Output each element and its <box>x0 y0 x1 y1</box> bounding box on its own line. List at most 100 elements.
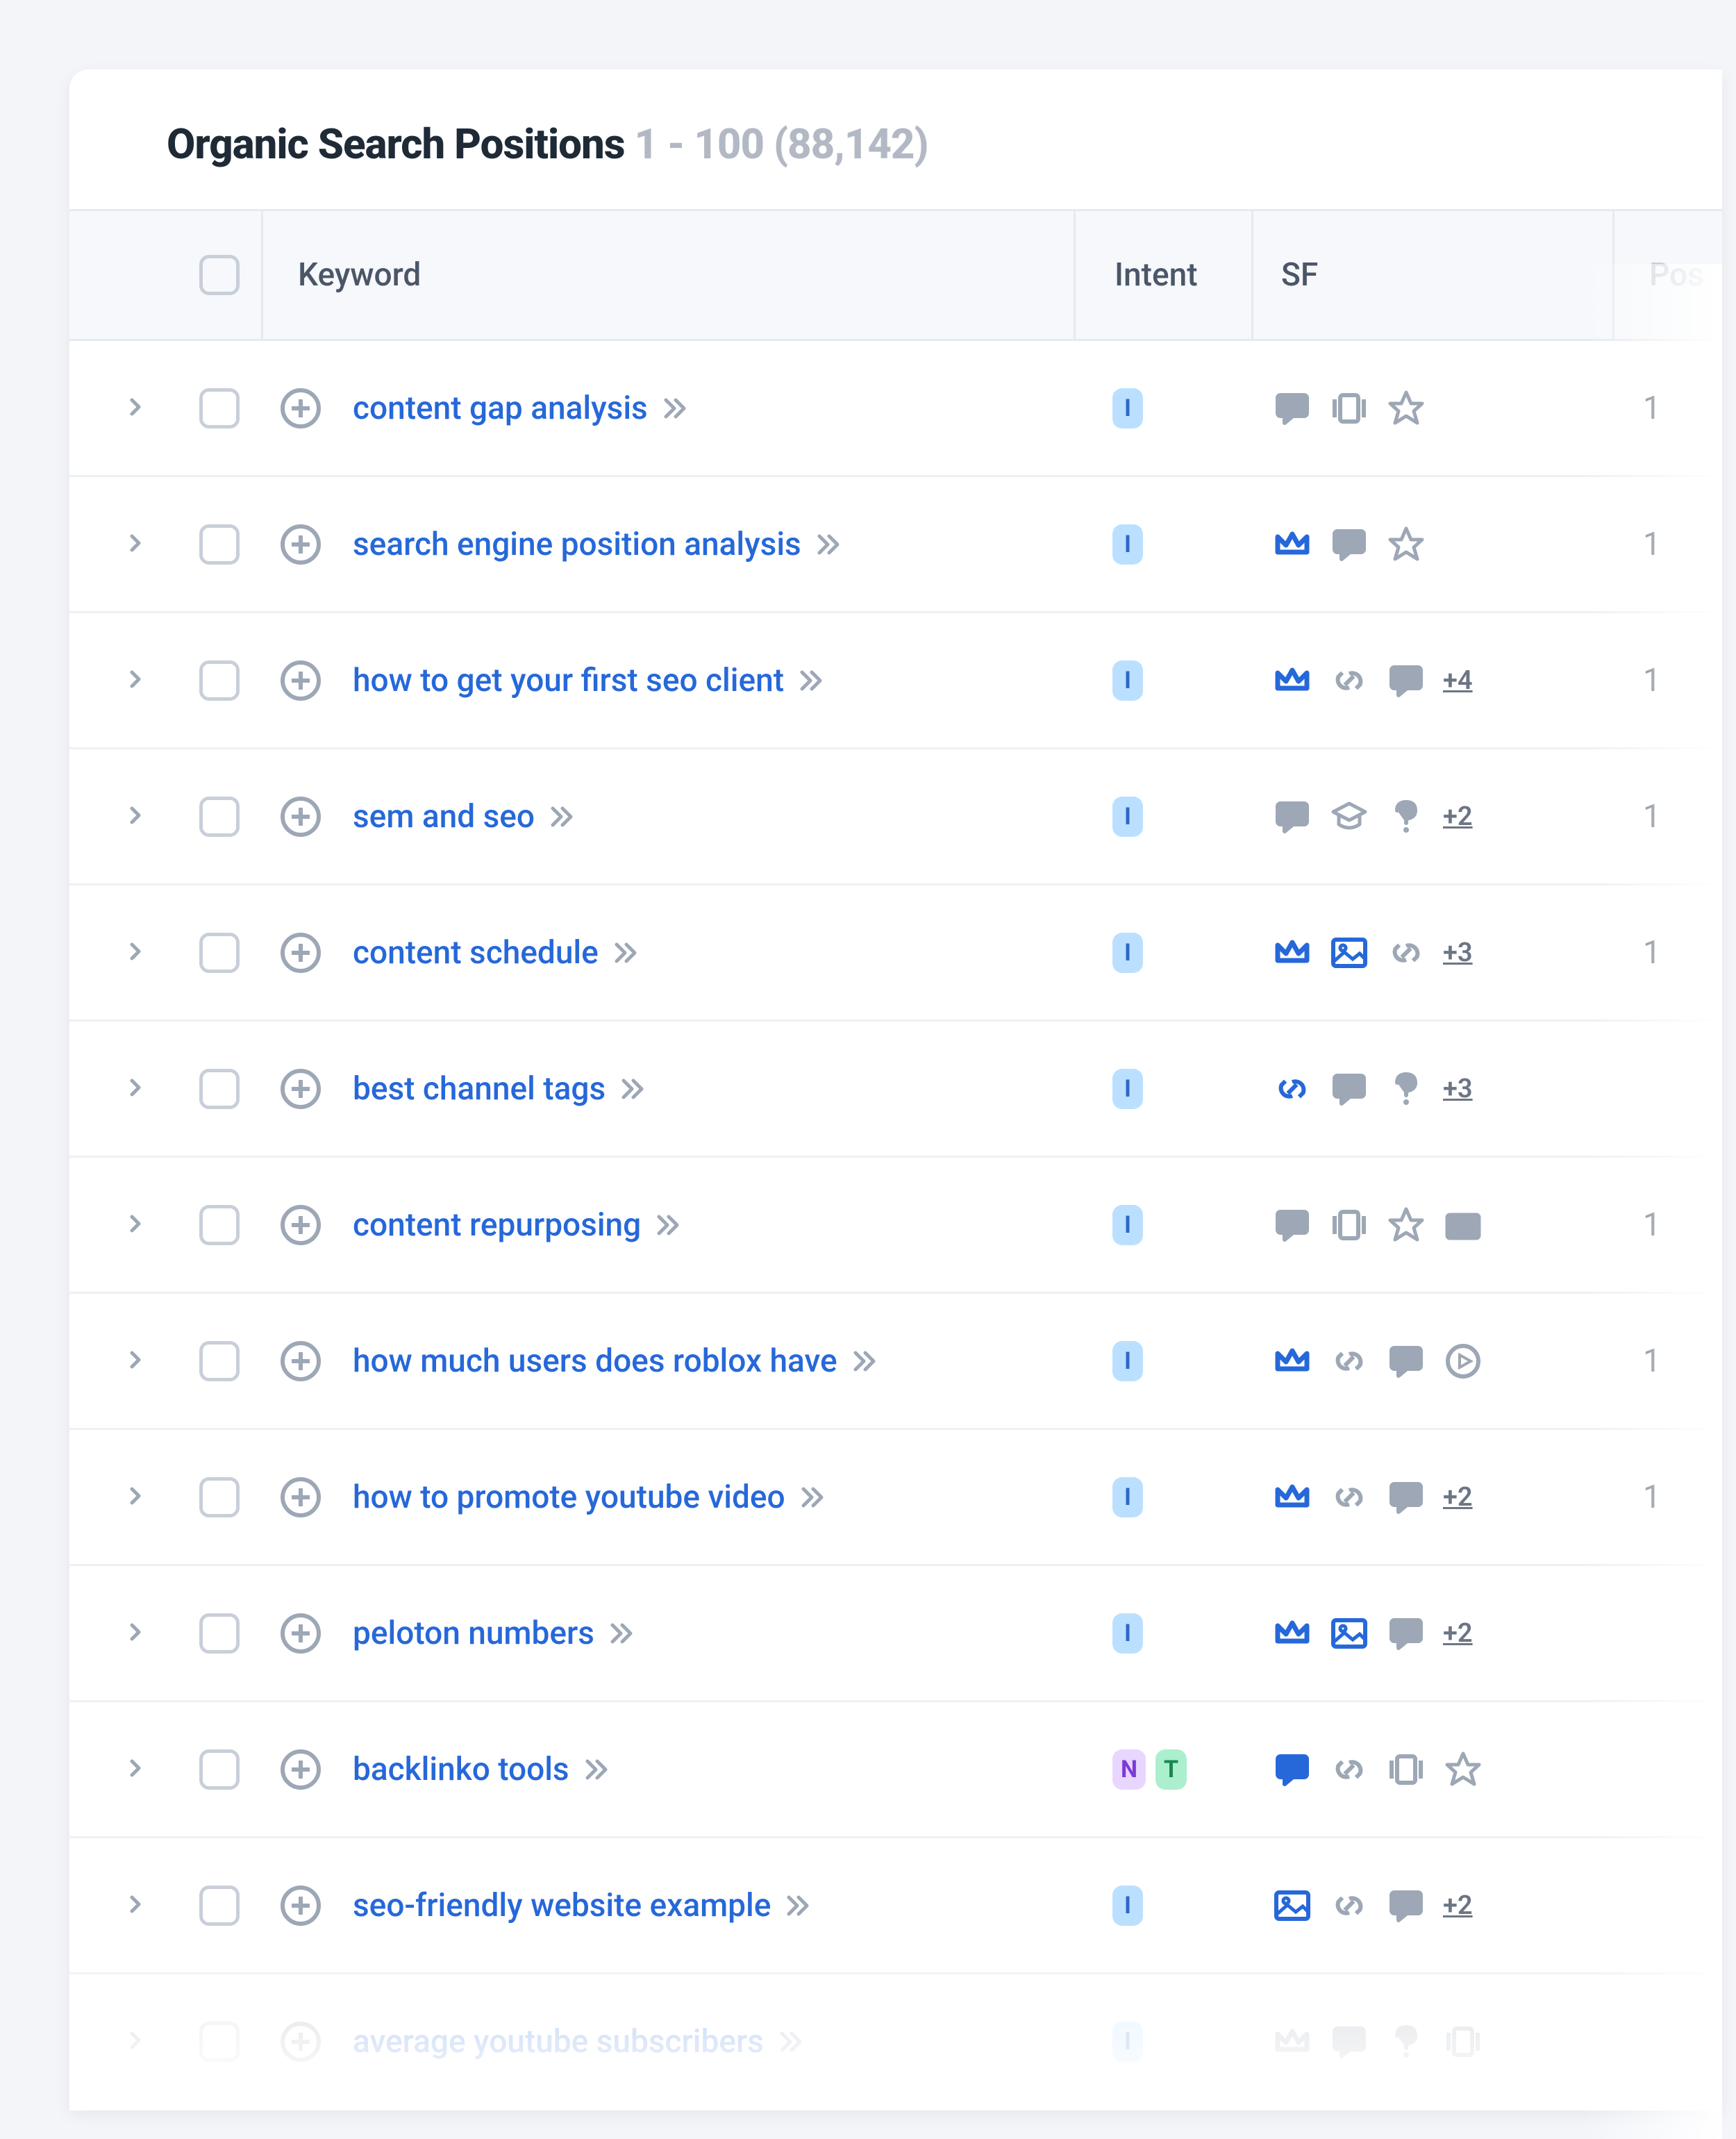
add-keyword-icon[interactable] <box>281 1341 321 1381</box>
star-gray-icon[interactable] <box>1386 388 1426 428</box>
select-all-checkbox[interactable] <box>199 255 240 295</box>
keyword-link[interactable]: peloton numbers <box>353 1615 594 1652</box>
star-gray-icon[interactable] <box>1443 1749 1483 1790</box>
open-keyword-icon[interactable] <box>585 1758 608 1781</box>
sf-column-header[interactable]: SF <box>1281 256 1318 294</box>
sf-more-count[interactable]: +4 <box>1443 665 1473 696</box>
link-gray-icon[interactable] <box>1386 933 1426 973</box>
question-gray-icon[interactable] <box>1386 797 1426 837</box>
bubble-gray-icon[interactable] <box>1386 660 1426 701</box>
sf-more-count[interactable]: +2 <box>1443 1618 1473 1649</box>
keyword-link[interactable]: search engine position analysis <box>353 526 801 563</box>
expand-row-chevron-icon[interactable] <box>126 1622 146 1645</box>
open-keyword-icon[interactable] <box>663 397 687 419</box>
link-gray-icon[interactable] <box>1329 1341 1369 1381</box>
link-blue-icon[interactable] <box>1272 1069 1312 1109</box>
play-gray-icon[interactable] <box>1443 1341 1483 1381</box>
sf-more-count[interactable]: +2 <box>1443 1482 1473 1513</box>
expand-row-chevron-icon[interactable] <box>126 1758 146 1781</box>
expand-row-chevron-icon[interactable] <box>126 1214 146 1236</box>
star-gray-icon[interactable] <box>1386 524 1426 565</box>
keyword-link[interactable]: average youtube subscribers <box>353 2023 764 2061</box>
image-blue-icon[interactable] <box>1329 1613 1369 1654</box>
add-keyword-icon[interactable] <box>281 1886 321 1926</box>
bubble-gray-icon[interactable] <box>1386 1477 1426 1517</box>
ad-gray-icon[interactable] <box>1443 1205 1483 1245</box>
link-gray-icon[interactable] <box>1329 1886 1369 1926</box>
open-keyword-icon[interactable] <box>801 1486 824 1508</box>
add-keyword-icon[interactable] <box>281 1477 321 1517</box>
keyword-link[interactable]: backlinko tools <box>353 1751 569 1788</box>
crown-blue-icon[interactable] <box>1272 1477 1312 1517</box>
row-checkbox[interactable] <box>199 933 240 973</box>
expand-row-chevron-icon[interactable] <box>126 669 146 692</box>
keyword-link[interactable]: how to promote youtube video <box>353 1479 785 1516</box>
add-keyword-icon[interactable] <box>281 660 321 701</box>
keyword-link[interactable]: how much users does roblox have <box>353 1342 837 1380</box>
keyword-link[interactable]: best channel tags <box>353 1070 606 1108</box>
row-checkbox[interactable] <box>199 1886 240 1926</box>
keyword-link[interactable]: content gap analysis <box>353 390 648 427</box>
row-checkbox[interactable] <box>199 1749 240 1790</box>
edu-gray-icon[interactable] <box>1329 797 1369 837</box>
bubble-gray-icon[interactable] <box>1386 1613 1426 1654</box>
row-checkbox[interactable] <box>199 524 240 565</box>
question-gray-icon[interactable] <box>1386 1069 1426 1109</box>
expand-row-chevron-icon[interactable] <box>126 1486 146 1508</box>
row-checkbox[interactable] <box>199 1613 240 1654</box>
add-keyword-icon[interactable] <box>281 388 321 428</box>
bubble-gray-icon[interactable] <box>1329 1069 1369 1109</box>
carousel-gray-icon[interactable] <box>1386 1749 1426 1790</box>
add-keyword-icon[interactable] <box>281 1069 321 1109</box>
crown-blue-icon[interactable] <box>1272 524 1312 565</box>
pos-column-header[interactable]: Pos <box>1649 256 1704 294</box>
row-checkbox[interactable] <box>199 1477 240 1517</box>
bubble-gray-icon[interactable] <box>1386 1886 1426 1926</box>
keyword-link[interactable]: seo-friendly website example <box>353 1887 771 1924</box>
bubble-gray-icon[interactable] <box>1272 797 1312 837</box>
sf-more-count[interactable]: +2 <box>1443 1890 1473 1921</box>
add-keyword-icon[interactable] <box>281 2022 321 2062</box>
expand-row-chevron-icon[interactable] <box>126 1350 146 1372</box>
crown-gray-icon[interactable] <box>1272 2022 1312 2062</box>
row-checkbox[interactable] <box>199 2022 240 2062</box>
star-gray-icon[interactable] <box>1386 1205 1426 1245</box>
image-blue-icon[interactable] <box>1272 1886 1312 1926</box>
row-checkbox[interactable] <box>199 1069 240 1109</box>
intent-column-header[interactable]: Intent <box>1115 256 1198 294</box>
open-keyword-icon[interactable] <box>786 1895 810 1917</box>
expand-row-chevron-icon[interactable] <box>126 397 146 419</box>
bubble-gray-icon[interactable] <box>1272 1205 1312 1245</box>
add-keyword-icon[interactable] <box>281 1749 321 1790</box>
sf-more-count[interactable]: +3 <box>1443 938 1473 968</box>
open-keyword-icon[interactable] <box>610 1622 633 1645</box>
expand-row-chevron-icon[interactable] <box>126 806 146 828</box>
keyword-link[interactable]: content repurposing <box>353 1206 641 1244</box>
crown-blue-icon[interactable] <box>1272 1341 1312 1381</box>
add-keyword-icon[interactable] <box>281 933 321 973</box>
row-checkbox[interactable] <box>199 1341 240 1381</box>
link-gray-icon[interactable] <box>1329 1749 1369 1790</box>
row-checkbox[interactable] <box>199 388 240 428</box>
row-checkbox[interactable] <box>199 660 240 701</box>
bubble-blue-icon[interactable] <box>1272 1749 1312 1790</box>
open-keyword-icon[interactable] <box>817 533 840 556</box>
image-blue-icon[interactable] <box>1329 933 1369 973</box>
open-keyword-icon[interactable] <box>621 1078 644 1100</box>
open-keyword-icon[interactable] <box>656 1214 680 1236</box>
bubble-gray-icon[interactable] <box>1329 524 1369 565</box>
keyword-link[interactable]: content schedule <box>353 934 599 972</box>
open-keyword-icon[interactable] <box>614 942 637 964</box>
add-keyword-icon[interactable] <box>281 797 321 837</box>
keyword-column-header[interactable]: Keyword <box>298 256 421 294</box>
crown-blue-icon[interactable] <box>1272 933 1312 973</box>
open-keyword-icon[interactable] <box>853 1350 876 1372</box>
crown-blue-icon[interactable] <box>1272 1613 1312 1654</box>
add-keyword-icon[interactable] <box>281 1613 321 1654</box>
carousel-gray-icon[interactable] <box>1329 1205 1369 1245</box>
sf-more-count[interactable]: +3 <box>1443 1074 1473 1104</box>
carousel-gray-icon[interactable] <box>1329 388 1369 428</box>
keyword-link[interactable]: how to get your first seo client <box>353 662 784 699</box>
row-checkbox[interactable] <box>199 1205 240 1245</box>
carousel-gray-icon[interactable] <box>1443 2022 1483 2062</box>
